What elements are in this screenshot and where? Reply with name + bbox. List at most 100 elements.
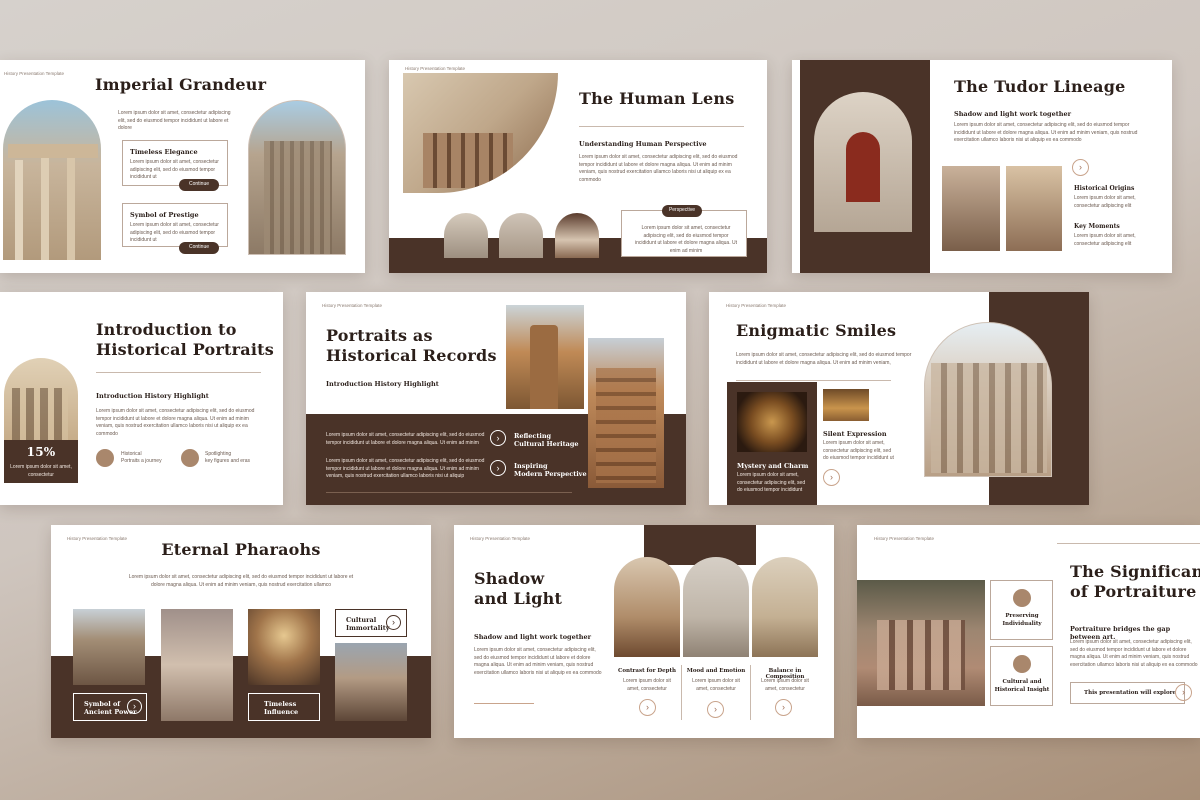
- arrow-right-icon[interactable]: ›: [386, 615, 401, 630]
- key-moments-title: Key Moments: [1074, 223, 1120, 230]
- stat-value: 15%: [26, 445, 56, 459]
- template-tag: History Presentation Template: [726, 303, 786, 308]
- silent-text: Lorem ipsum dolor sit amet, consectetur …: [823, 440, 894, 461]
- col-divider: [750, 665, 751, 720]
- hall-photo: [823, 389, 869, 421]
- key-moments-text: Lorem ipsum dolor sit amet, consectetur …: [1074, 233, 1136, 247]
- card-preserving: Preserving Individuality: [990, 580, 1053, 640]
- subtitle: Shadow and light work together: [474, 633, 592, 641]
- arrow-right-icon[interactable]: ›: [707, 701, 724, 718]
- spotlight-icon: [181, 449, 199, 467]
- slide-tudor-lineage[interactable]: The Tudor Lineage Shadow and light work …: [792, 60, 1172, 273]
- card-title: Timeless Elegance: [130, 148, 198, 156]
- arch-photo-3: [752, 557, 818, 657]
- arcade-photo-2: [1006, 166, 1062, 251]
- intro-text: Lorem ipsum dolor sit amet, consectetur …: [128, 574, 354, 588]
- ancient-power-box: Symbol of Ancient Power ›: [73, 693, 147, 721]
- dome-photo: [248, 609, 320, 685]
- arrow-right-icon[interactable]: ›: [490, 430, 506, 446]
- slide-human-lens[interactable]: History Presentation Template The Human …: [389, 60, 767, 273]
- portrait-icon: [1013, 589, 1031, 607]
- insight-icon: [1013, 655, 1031, 673]
- slide-significance-portraiture[interactable]: History Presentation Template Preserving…: [857, 525, 1200, 738]
- slide-title: Imperial Grandeur: [95, 75, 267, 94]
- arch-photo-1: [614, 557, 680, 657]
- slide-title-line1: Portraits as: [326, 326, 433, 345]
- intro-text: Lorem ipsum dolor sit amet, consectetur …: [118, 110, 231, 131]
- palace-facade-photo: [588, 338, 664, 488]
- mystery-title: Mystery and Charm: [737, 462, 809, 470]
- template-tag: History Presentation Template: [874, 536, 934, 541]
- divider: [736, 380, 891, 381]
- arrow-right-icon[interactable]: ›: [775, 699, 792, 716]
- slide-historical-portraits[interactable]: 15% Lorem ipsum dolor sit amet, consecte…: [0, 292, 283, 505]
- subtitle: Shadow and light work together: [954, 110, 1072, 118]
- statue-photo-1: [444, 213, 488, 258]
- perspective-box: Lorem ipsum dolor sit amet, consectetur …: [621, 210, 747, 257]
- divider: [579, 126, 744, 127]
- template-tag: History Presentation Template: [322, 303, 382, 308]
- slide-title: Enigmatic Smiles: [736, 321, 897, 340]
- col2-text: Lorem ipsum dolor sit amet, consectetur: [692, 678, 740, 692]
- card-cultural-insight: Cultural and Historical Insight: [990, 646, 1053, 706]
- continue-button[interactable]: Continue: [179, 179, 219, 191]
- divider: [326, 492, 572, 493]
- body-text: Lorem ipsum dolor sit amet, consectetur …: [96, 408, 255, 437]
- slide-title-line1: Shadow: [474, 569, 545, 588]
- arrow-right-icon[interactable]: ›: [639, 699, 656, 716]
- body-text: Lorem ipsum dolor sit amet, consectetur …: [474, 647, 602, 676]
- template-tag: History Presentation Template: [4, 71, 64, 76]
- slide-shadow-light[interactable]: History Presentation Template Shadow and…: [454, 525, 834, 738]
- slide-title-line2: and Light: [474, 589, 563, 608]
- slide-title: The Tudor Lineage: [954, 77, 1126, 96]
- slide-eternal-pharaohs[interactable]: History Presentation Template Eternal Ph…: [51, 525, 431, 738]
- slide-enigmatic-smiles[interactable]: History Presentation Template Enigmatic …: [709, 292, 1089, 505]
- slide-imperial-grandeur[interactable]: History Presentation Template Imperial G…: [0, 60, 365, 273]
- arrow-right-icon[interactable]: ›: [1175, 684, 1192, 701]
- nave-photo: [161, 609, 233, 721]
- inspire-label-a: Inspiring: [514, 462, 548, 470]
- arrow-right-icon[interactable]: ›: [823, 469, 840, 486]
- subtitle: Introduction History Highlight: [96, 392, 209, 400]
- reflect-label-b: Cultural Heritage: [514, 440, 579, 448]
- col3-text: Lorem ipsum dolor sit amet, consectetur: [761, 678, 809, 692]
- globe-photo: [737, 392, 807, 452]
- body-text: Lorem ipsum dolor sit amet, consectetur …: [954, 122, 1138, 143]
- card-label-a: Cultural and: [1002, 679, 1042, 685]
- icon-label-1b: Portraits a journey: [121, 458, 162, 464]
- slide-title-line1: Introduction to: [96, 320, 237, 339]
- explore-label: This presentation will explore: [1084, 690, 1177, 696]
- arrow-right-icon[interactable]: ›: [127, 699, 142, 714]
- card-symbol-of-prestige: Symbol of Prestige Lorem ipsum dolor sit…: [122, 203, 228, 247]
- historical-origins-title: Historical Origins: [1074, 185, 1135, 192]
- divider: [474, 703, 534, 704]
- slide-title: Eternal Pharaohs: [161, 540, 321, 559]
- historical-origins-text: Lorem ipsum dolor sit amet, consectetur …: [1074, 195, 1136, 209]
- arrow-right-icon[interactable]: ›: [1072, 159, 1089, 176]
- explore-button[interactable]: This presentation will explore: [1070, 682, 1185, 704]
- mystery-card: Mystery and Charm Lorem ipsum dolor sit …: [727, 382, 817, 505]
- card-label-a: Preserving: [1005, 613, 1039, 619]
- slide-portraits-records[interactable]: History Presentation Template Portraits …: [306, 292, 686, 505]
- divider: [96, 372, 261, 373]
- col2-title: Mood and Emotion: [686, 668, 746, 674]
- intro-text: Lorem ipsum dolor sit amet, consectetur …: [736, 352, 912, 366]
- body-text: Lorem ipsum dolor sit amet, consectetur …: [579, 154, 738, 183]
- box-label-a: Symbol of: [84, 700, 121, 708]
- silent-title: Silent Expression: [823, 430, 887, 438]
- paragraph-2: Lorem ipsum dolor sit amet, consectetur …: [326, 458, 485, 479]
- arrow-right-icon[interactable]: ›: [490, 460, 506, 476]
- statue-photo-3: [555, 213, 599, 258]
- reflect-label-a: Reflecting: [514, 432, 552, 440]
- building-photo: [857, 580, 985, 706]
- timeless-influence-box: Timeless Influence: [248, 693, 320, 721]
- subtitle: Introduction History Highlight: [326, 380, 439, 388]
- divider: [1057, 543, 1200, 544]
- mystery-text: Lorem ipsum dolor sit amet, consectetur …: [737, 472, 806, 493]
- continue-button[interactable]: Continue: [179, 242, 219, 254]
- perspective-pill[interactable]: Perspective: [662, 205, 702, 217]
- card-label-b: Historical Insight: [994, 687, 1050, 693]
- template-tag: History Presentation Template: [470, 536, 530, 541]
- arcade-photo-1: [942, 166, 1000, 251]
- stat-text: Lorem ipsum dolor sit amet, consectetur: [10, 464, 72, 478]
